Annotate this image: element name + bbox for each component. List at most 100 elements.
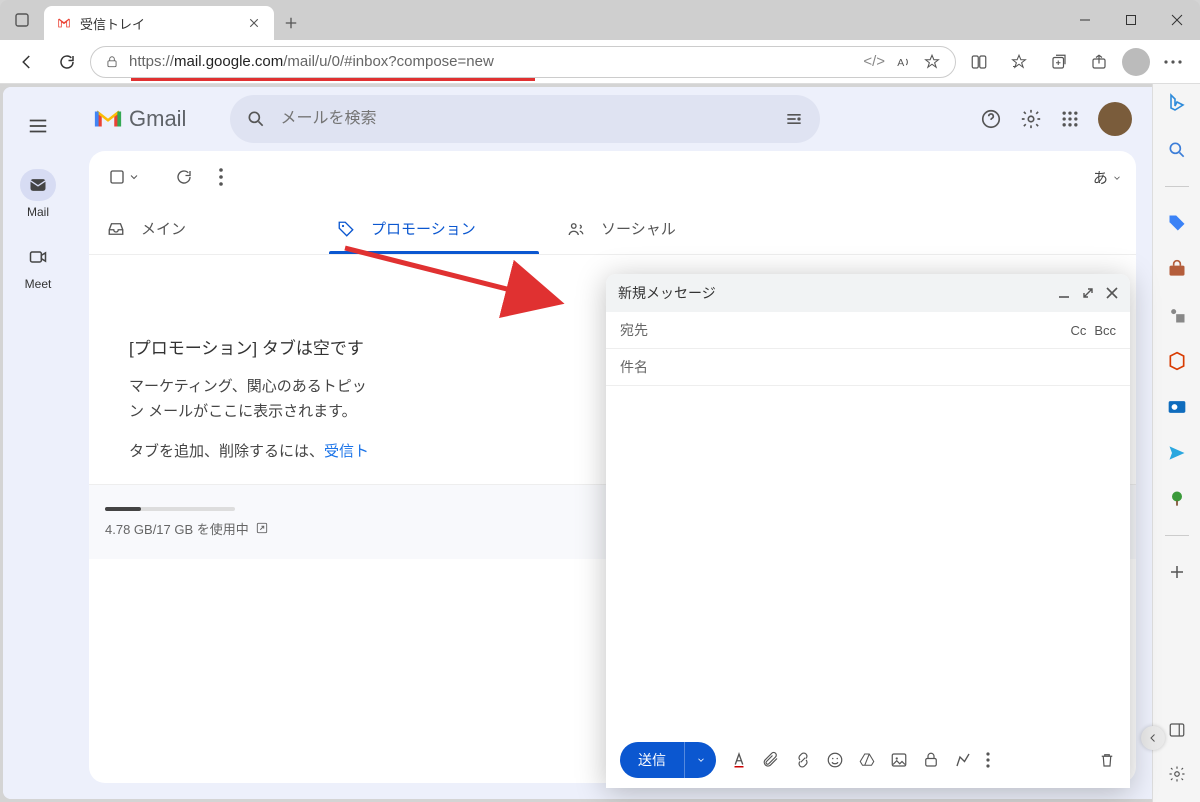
tree-icon[interactable] <box>1163 485 1191 513</box>
people-icon <box>567 220 585 238</box>
svg-text:A: A <box>897 56 904 68</box>
storage-bar <box>105 507 235 511</box>
search-side-icon[interactable] <box>1163 136 1191 164</box>
gmail-header: Gmail <box>73 87 1152 151</box>
search-box[interactable] <box>230 95 820 143</box>
link-icon[interactable] <box>794 751 812 769</box>
code-icon[interactable]: </> <box>863 53 885 70</box>
window-close-button[interactable] <box>1154 0 1200 40</box>
send-button-label: 送信 <box>620 750 684 770</box>
signature-icon[interactable] <box>954 751 972 769</box>
rail-meet[interactable]: Meet <box>20 241 56 291</box>
read-aloud-icon[interactable]: A <box>895 53 913 71</box>
inbox-icon <box>107 220 125 238</box>
nav-back-button[interactable] <box>10 45 44 79</box>
cc-button[interactable]: Cc <box>1070 323 1086 338</box>
inbox-settings-link[interactable]: 受信ト <box>324 443 369 460</box>
meet-icon <box>20 241 56 273</box>
google-apps-icon[interactable] <box>1060 109 1080 129</box>
emoji-icon[interactable] <box>826 751 844 769</box>
discard-draft-button[interactable] <box>1098 751 1116 769</box>
rail-mail-label: Mail <box>27 205 49 219</box>
compose-header[interactable]: 新規メッセージ <box>606 274 1130 312</box>
compose-minimize-button[interactable] <box>1058 287 1070 299</box>
tab-primary-label: メイン <box>141 218 186 239</box>
support-icon[interactable] <box>980 108 1002 130</box>
to-label: 宛先 <box>620 320 648 340</box>
input-tools-button[interactable]: あ <box>1093 167 1122 188</box>
tab-promotions[interactable]: プロモーション <box>319 203 549 254</box>
gmail-favicon-icon <box>56 15 72 31</box>
tools-icon[interactable] <box>1163 255 1191 283</box>
category-tabs: メイン プロモーション ソーシャル <box>89 203 1136 255</box>
search-options-icon[interactable] <box>784 109 804 129</box>
open-in-new-icon[interactable] <box>255 521 269 535</box>
nav-refresh-button[interactable] <box>50 45 84 79</box>
tab-social-label: ソーシャル <box>601 218 676 239</box>
window-controls <box>1062 0 1200 40</box>
m365-icon[interactable] <box>1163 347 1191 375</box>
search-input[interactable] <box>280 110 770 128</box>
send-icon[interactable] <box>1163 439 1191 467</box>
collections-icon[interactable] <box>1042 45 1076 79</box>
empty-line1b: ン メールがここに表示されます。 <box>129 403 357 420</box>
url-field[interactable]: https://mail.google.com/mail/u/0/#inbox?… <box>90 46 956 78</box>
window-maximize-button[interactable] <box>1108 0 1154 40</box>
favorites-icon[interactable] <box>1002 45 1036 79</box>
share-icon[interactable] <box>1082 45 1116 79</box>
outlook-icon[interactable] <box>1163 393 1191 421</box>
select-all-checkbox[interactable] <box>103 163 145 191</box>
send-button[interactable]: 送信 <box>620 742 716 778</box>
bing-icon[interactable] <box>1163 90 1191 118</box>
mail-toolbar: あ <box>89 151 1136 203</box>
chevron-down-icon <box>128 171 140 183</box>
main-menu-button[interactable] <box>17 105 59 147</box>
browser-address-bar: https://mail.google.com/mail/u/0/#inbox?… <box>0 40 1200 84</box>
sidebar-panel-icon[interactable] <box>1163 716 1191 744</box>
browser-profile-avatar[interactable] <box>1122 48 1150 76</box>
image-icon[interactable] <box>890 751 908 769</box>
tab-primary[interactable]: メイン <box>89 203 319 254</box>
confidential-icon[interactable] <box>922 751 940 769</box>
sidebar-settings-icon[interactable] <box>1163 760 1191 788</box>
storage-text: 4.78 GB/17 GB を使用中 <box>105 519 249 538</box>
window-minimize-button[interactable] <box>1062 0 1108 40</box>
browser-tab[interactable]: 受信トレイ <box>44 6 274 40</box>
games-icon[interactable] <box>1163 301 1191 329</box>
tab-close-button[interactable] <box>246 15 262 31</box>
tab-social[interactable]: ソーシャル <box>549 203 779 254</box>
account-avatar[interactable] <box>1098 102 1132 136</box>
drive-icon[interactable] <box>858 751 876 769</box>
bcc-button[interactable]: Bcc <box>1094 323 1116 338</box>
compose-title: 新規メッセージ <box>618 283 716 303</box>
new-tab-button[interactable] <box>274 6 308 40</box>
formatting-icon[interactable] <box>730 751 748 769</box>
tab-title: 受信トレイ <box>80 14 238 33</box>
compose-fullscreen-button[interactable] <box>1082 287 1094 299</box>
compose-toolbar: 送信 <box>606 732 1130 788</box>
browser-menu-button[interactable] <box>1156 45 1190 79</box>
rail-mail[interactable]: Mail <box>20 169 56 219</box>
more-options-icon[interactable] <box>986 752 990 768</box>
url-text: https://mail.google.com/mail/u/0/#inbox?… <box>129 53 853 70</box>
favorite-star-icon[interactable] <box>923 53 941 71</box>
empty-line2a: タブを追加、削除するには、 <box>129 443 324 460</box>
add-side-icon[interactable] <box>1163 558 1191 586</box>
tab-actions-button[interactable] <box>0 0 44 40</box>
compose-window: 新規メッセージ 宛先 Cc Bcc 件名 送信 <box>606 274 1130 788</box>
attach-icon[interactable] <box>762 751 780 769</box>
send-options-button[interactable] <box>684 742 716 778</box>
compose-close-button[interactable] <box>1106 287 1118 299</box>
split-screen-icon[interactable] <box>962 45 996 79</box>
compose-to-row[interactable]: 宛先 Cc Bcc <box>606 312 1130 349</box>
more-button[interactable] <box>219 168 223 186</box>
compose-subject-row[interactable]: 件名 <box>606 349 1130 386</box>
gmail-logo[interactable]: Gmail <box>93 104 186 134</box>
compose-body[interactable] <box>606 386 1130 732</box>
shopping-tag-icon[interactable] <box>1163 209 1191 237</box>
search-icon <box>246 109 266 129</box>
sidebar-collapse-button[interactable] <box>1141 726 1165 750</box>
settings-gear-icon[interactable] <box>1020 108 1042 130</box>
refresh-button[interactable] <box>175 168 193 186</box>
edge-sidebar <box>1152 84 1200 802</box>
